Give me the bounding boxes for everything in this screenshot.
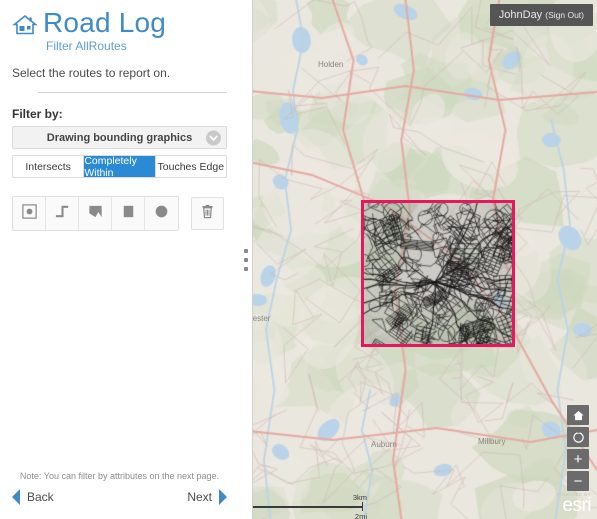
footer-note: Note: You can filter by attributes on th… [0, 471, 239, 487]
instruction-text: Select the routes to report on. [12, 66, 239, 80]
scalebar-km-label: 3km [353, 493, 367, 502]
filter-source-dropdown[interactable]: Drawing bounding graphics [12, 126, 227, 149]
rectangle-icon [120, 203, 137, 225]
sign-out-link[interactable]: (Sign Out) [545, 10, 584, 20]
scalebar-bar [251, 506, 363, 508]
polyline-icon [54, 203, 71, 225]
chevron-right-icon [217, 487, 231, 507]
draw-tool-group [12, 196, 179, 231]
back-button[interactable]: Back [8, 487, 54, 507]
map-zoom-in-button[interactable]: + [567, 449, 589, 469]
splitter-dot [244, 249, 248, 253]
trash-icon [199, 203, 216, 225]
esri-attribution: POWERED BY esri [556, 492, 591, 515]
user-name: JohnDay [499, 9, 542, 21]
map-scalebar: 3km 2mi [251, 502, 363, 511]
point-icon [21, 203, 38, 225]
spatial-relationship-toggle[interactable]: Intersects Completely Within Touches Edg… [12, 155, 227, 178]
map-locate-button[interactable] [567, 427, 589, 447]
panel-splitter-handle[interactable] [239, 0, 253, 519]
dropdown-selected-value: Drawing bounding graphics [47, 132, 192, 144]
splitter-dot [244, 267, 248, 271]
draw-circle-tool[interactable] [145, 197, 178, 230]
draw-freehand-polygon-tool[interactable] [79, 197, 112, 230]
panel-footer: Note: You can filter by attributes on th… [0, 471, 239, 519]
segment-touches-edge[interactable]: Touches Edge [156, 156, 226, 177]
back-label: Back [27, 490, 54, 504]
nav-row: Back Next [0, 487, 239, 519]
panel-header: Road Log Filter AllRoutes [0, 0, 239, 53]
filter-panel: Road Log Filter AllRoutes Select the rou… [0, 0, 239, 519]
chevron-down-icon[interactable] [206, 130, 221, 145]
title-row: Road Log [12, 8, 239, 38]
esri-wordmark: esri [556, 497, 591, 515]
page-subtitle: Filter AllRoutes [46, 39, 239, 53]
segment-intersects[interactable]: Intersects [13, 156, 84, 177]
circle-icon [153, 203, 170, 225]
user-account-badge[interactable]: JohnDay (Sign Out) [490, 4, 593, 26]
header-divider [38, 92, 227, 93]
filter-by-label: Filter by: [12, 107, 239, 121]
scalebar-mi-label: 2mi [355, 512, 367, 519]
map-home-button[interactable] [567, 405, 589, 425]
map-zoom-out-button[interactable]: − [567, 471, 589, 491]
page-title: Road Log [43, 8, 166, 38]
minus-icon: − [574, 474, 583, 489]
splitter-dot [244, 258, 248, 262]
application-root: Road Log Filter AllRoutes Select the rou… [0, 0, 597, 519]
locate-icon [572, 431, 585, 444]
map-controls: + − [567, 405, 589, 491]
draw-rectangle-tool[interactable] [112, 197, 145, 230]
map-view[interactable]: JohnDay (Sign Out) + [239, 0, 597, 519]
next-button[interactable]: Next [187, 487, 231, 507]
draw-tools-row [12, 196, 239, 231]
freehand-polygon-icon [87, 203, 104, 225]
chevron-left-icon [8, 487, 22, 507]
home-icon [572, 409, 585, 422]
scalebar-tick-right [362, 502, 364, 511]
scalebar-line: 3km 2mi [251, 502, 363, 511]
draw-polyline-tool[interactable] [46, 197, 79, 230]
house-icon[interactable] [12, 12, 38, 38]
draw-point-tool[interactable] [13, 197, 46, 230]
plus-icon: + [574, 452, 583, 467]
next-label: Next [187, 490, 212, 504]
splitter-dots [244, 249, 248, 271]
segment-completely-within[interactable]: Completely Within [84, 156, 155, 177]
clear-graphics-button[interactable] [191, 197, 224, 230]
map-basemap-canvas [239, 0, 597, 519]
